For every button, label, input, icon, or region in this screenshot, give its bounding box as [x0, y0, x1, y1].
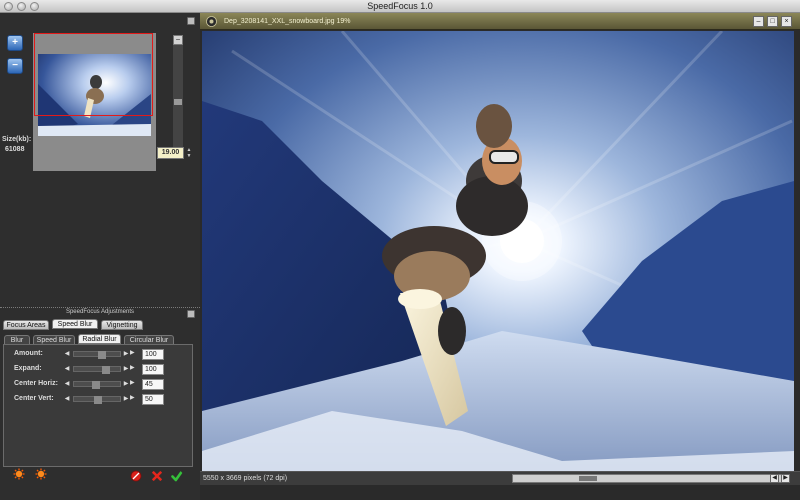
reset-icon[interactable] [130, 470, 142, 482]
left-panel: + − − Size(kb): 61088 19.00 ▲ ▼ SpeedFoc… [0, 13, 200, 500]
amount-value[interactable]: 100 [142, 349, 164, 360]
zoom-out-button[interactable]: − [7, 58, 23, 74]
adjustments-title: SpeedFocus Adjustments [65, 309, 135, 315]
scroll-left-icon[interactable]: ◀ [770, 474, 779, 483]
zoom-slider[interactable]: − + [173, 35, 183, 157]
navigator-preview[interactable] [33, 33, 156, 171]
visible-area-rectangle[interactable] [34, 33, 153, 116]
scrollbar-thumb[interactable] [579, 476, 597, 481]
horizontal-scrollbar[interactable] [512, 474, 782, 483]
document-icon [206, 16, 217, 27]
close-icon[interactable]: × [781, 16, 792, 27]
image-window: Dep_3208141_XXL_snowboard.jpg 19% – □ × [200, 13, 800, 500]
stepper-down-icon[interactable]: ▼ [185, 153, 193, 159]
tab-speed-blur[interactable]: Speed Blur [52, 319, 98, 329]
adjustments-header: SpeedFocus Adjustments [0, 307, 200, 320]
center-horiz-slider[interactable]: ◀ ▶ [63, 379, 138, 389]
center-horiz-label: Center Horiz: [14, 380, 58, 387]
zoom-slider-up-button[interactable]: − [173, 35, 183, 45]
slider-track[interactable] [73, 396, 121, 404]
step-right-icon[interactable]: ▶ [130, 379, 135, 386]
expand-label: Expand: [14, 365, 42, 372]
window-title: SpeedFocus 1.0 [367, 1, 433, 11]
zoom-stepper[interactable]: ▲ ▼ [185, 147, 193, 159]
increase-icon[interactable]: ▶ [122, 394, 130, 404]
zoom-in-icon: + [12, 37, 18, 48]
decrease-icon[interactable]: ◀ [63, 349, 71, 359]
zoom-percent-field[interactable]: 19.00 [157, 147, 184, 159]
amount-label: Amount: [14, 350, 43, 357]
tab-focus-areas[interactable]: Focus Areas [3, 320, 49, 330]
slider-track[interactable] [73, 366, 121, 374]
zoom-in-button[interactable]: + [7, 35, 23, 51]
decrease-icon[interactable]: ◀ [63, 379, 71, 389]
image-window-titlebar: Dep_3208141_XXL_snowboard.jpg 19% – □ × [200, 13, 800, 30]
slider-knob[interactable] [92, 381, 100, 389]
subtab-radial-blur[interactable]: Radial Blur [78, 334, 121, 344]
expand-slider[interactable]: ◀ ▶ [63, 364, 138, 374]
size-value: 61088 [5, 146, 25, 153]
decrease-icon[interactable]: ◀ [63, 394, 71, 404]
increase-icon[interactable]: ▶ [122, 349, 130, 359]
center-vert-value[interactable]: 50 [142, 394, 164, 405]
image-window-title: Dep_3208141_XXL_snowboard.jpg 19% [224, 18, 351, 25]
app-window: SpeedFocus 1.0 + − − Size(kb): 61088 19.… [0, 0, 800, 500]
scroll-right-icon[interactable]: ▶ [781, 474, 790, 483]
slider-knob[interactable] [98, 351, 106, 359]
center-vert-label: Center Vert: [14, 395, 54, 402]
slider-track[interactable] [73, 381, 121, 389]
minimize-icon[interactable]: – [753, 16, 764, 27]
radial-blur-settings [3, 344, 193, 467]
increase-icon[interactable]: ▶ [122, 364, 130, 374]
zoom-slider-thumb[interactable] [174, 99, 182, 105]
image-canvas[interactable] [202, 31, 794, 484]
apply-checkmark-icon[interactable] [171, 470, 183, 482]
zoom-out-icon: − [12, 60, 18, 71]
increase-icon[interactable]: ▶ [122, 379, 130, 389]
sun-gear-icon[interactable] [35, 468, 47, 480]
center-horiz-value[interactable]: 45 [142, 379, 164, 390]
adjustments-detach-button[interactable] [187, 310, 195, 318]
size-label: Size(kb): [2, 136, 32, 143]
slider-knob[interactable] [102, 366, 110, 374]
step-right-icon[interactable]: ▶ [130, 394, 135, 401]
center-vert-slider[interactable]: ◀ ▶ [63, 394, 138, 404]
step-right-icon[interactable]: ▶ [130, 349, 135, 356]
panel-detach-button[interactable] [187, 17, 195, 25]
snowboard-photo [202, 31, 794, 484]
maximize-icon[interactable]: □ [767, 16, 778, 27]
sun-gear-icon[interactable] [13, 468, 25, 480]
expand-value[interactable]: 100 [142, 364, 164, 375]
slider-knob[interactable] [94, 396, 102, 404]
cancel-icon[interactable] [151, 470, 163, 482]
tab-vignetting[interactable]: Vignetting [101, 320, 143, 330]
step-right-icon[interactable]: ▶ [130, 364, 135, 371]
image-dimensions: 5550 x 3669 pixels (72 dpi) [203, 475, 288, 482]
amount-slider[interactable]: ◀ ▶ [63, 349, 138, 359]
window-titlebar: SpeedFocus 1.0 [0, 0, 800, 13]
status-bar: 5550 x 3669 pixels (72 dpi) ◀ ▶ [200, 471, 800, 485]
slider-track[interactable] [73, 351, 121, 359]
decrease-icon[interactable]: ◀ [63, 364, 71, 374]
